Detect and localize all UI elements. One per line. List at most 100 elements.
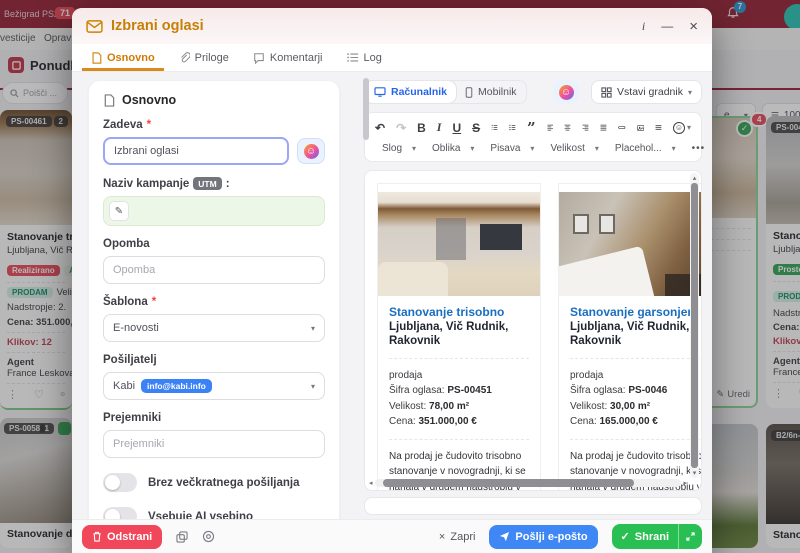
posiljatelj-select[interactable]: Kabi info@kabi.info ▾	[103, 372, 325, 400]
link-button[interactable]	[618, 123, 626, 132]
blockquote-button[interactable]: ”	[527, 120, 536, 135]
font-select[interactable]: Pisava ▾	[483, 141, 541, 156]
tab-osnovno[interactable]: Osnovno	[82, 44, 164, 71]
undo-button[interactable]: ↶	[375, 121, 385, 135]
preview-photo	[378, 192, 540, 296]
form-panel: Osnovno Zadeva* ☺ Naziv kampanje UTM : ✎	[72, 72, 354, 519]
preview-horizontal-scrollbar[interactable]: ◂ ▸	[369, 478, 687, 488]
preview-title-link[interactable]: Stanovanje trisobno	[389, 305, 529, 320]
media-button[interactable]	[636, 123, 644, 133]
preview-size: 78,00 m²	[429, 400, 470, 412]
toggle-ai-vsebina[interactable]	[103, 507, 137, 519]
size-select[interactable]: Velikost ▾	[543, 141, 605, 156]
section-title: Osnovno	[122, 93, 177, 107]
document-icon	[104, 93, 115, 107]
emoji-picker-button[interactable]: ☺ ▾	[672, 121, 691, 134]
tab-komentarji[interactable]: Komentarji	[244, 44, 332, 71]
insert-widget-button[interactable]: Vstavi gradnik ▾	[591, 80, 702, 104]
toggle2-label: Vsebuje AI vsebino	[148, 510, 254, 520]
modal-tabs: Osnovno Priloge Komentarji Log	[72, 44, 712, 72]
bullet-list-button[interactable]	[509, 122, 516, 133]
tab-priloge[interactable]: Priloge	[170, 44, 238, 71]
prejemniki-input[interactable]	[103, 430, 325, 458]
section-osnovno: Osnovno Zadeva* ☺ Naziv kampanje UTM : ✎	[88, 80, 340, 519]
placeholder-select[interactable]: Placehol... ▾	[608, 141, 683, 156]
preview-vertical-scrollbar[interactable]: ▴ ▾	[690, 173, 699, 478]
justify-button[interactable]	[600, 122, 607, 133]
bed-shape	[559, 245, 658, 296]
chevron-down-icon: ▾	[310, 381, 315, 391]
prejemniki-label: Prejemniki	[103, 412, 162, 424]
tab-racunalnik[interactable]: Računalnik	[365, 81, 457, 103]
preview-listing-card: Stanovanje garsonjera Ljubljana, Vič Rud…	[558, 183, 701, 490]
tab-log[interactable]: Log	[338, 44, 391, 71]
comment-icon	[254, 52, 264, 64]
preview-location: Ljubljana, Vič Rudnik, Rakovnik	[570, 321, 690, 348]
italic-button[interactable]: I	[437, 120, 442, 135]
bold-button[interactable]: B	[417, 121, 426, 135]
opomba-input[interactable]	[103, 256, 325, 284]
chevron-down-icon: ▾	[310, 323, 315, 333]
duplicate-button[interactable]	[176, 530, 188, 543]
paperclip-icon	[180, 51, 190, 62]
preview-price: 351.000,00 €	[418, 416, 477, 428]
preview-listing-card: Stanovanje trisobno Ljubljana, Vič Rudni…	[377, 183, 541, 490]
sofa-shape	[378, 262, 448, 296]
hr-button[interactable]	[655, 123, 662, 132]
save-button-group: ✓ Shrani	[611, 524, 702, 549]
ai-icon: ☺	[303, 143, 319, 159]
ai-assist-button[interactable]: ☺	[297, 138, 325, 164]
save-options-button[interactable]	[678, 524, 702, 549]
align-center-button[interactable]	[564, 122, 571, 133]
minimize-icon[interactable]: —	[661, 19, 673, 33]
log-list-icon	[346, 53, 358, 62]
utm-badge: UTM	[193, 177, 222, 190]
monitor-icon	[374, 87, 386, 97]
modal-header: Izbrani oglasi i — ×	[72, 8, 712, 44]
strikethrough-button[interactable]: S	[472, 121, 480, 135]
zadeva-label: Zadeva	[103, 119, 143, 131]
ordered-list-button[interactable]	[491, 122, 498, 133]
info-icon[interactable]: i	[642, 19, 645, 34]
close-icon[interactable]: ×	[689, 18, 698, 35]
preview-code: PS-00451	[447, 385, 492, 397]
blocks-icon	[601, 86, 612, 98]
envelope-icon	[86, 19, 103, 33]
ai-assist-button[interactable]: ☺	[553, 80, 580, 104]
more-button[interactable]: •••	[685, 141, 712, 156]
redo-button[interactable]: ↷	[396, 121, 406, 135]
preview-deal: prodaja	[570, 369, 604, 381]
email-campaign-modal: Izbrani oglasi i — × Osnovno Priloge Kom…	[72, 8, 712, 553]
remove-button[interactable]: Odstrani	[82, 524, 163, 549]
send-email-button[interactable]: Pošlji e-pošto	[489, 524, 598, 549]
phone-icon	[465, 86, 473, 98]
preview-title-link[interactable]: Stanovanje garsonjera	[570, 305, 701, 320]
sablona-label: Šablona	[103, 296, 148, 308]
ai-icon: ☺	[558, 84, 574, 100]
align-right-button[interactable]	[582, 122, 589, 133]
generate-icon[interactable]: ✎	[109, 201, 129, 221]
close-button[interactable]: × Zapri	[439, 531, 476, 543]
modal-footer: Odstrani × Zapri Pošlji e-pošto ✓ Shrani	[72, 519, 712, 553]
zadeva-input[interactable]	[103, 137, 289, 165]
tab-mobilnik[interactable]: Mobilnik	[456, 81, 526, 103]
check-icon: ✓	[620, 531, 630, 543]
format-select[interactable]: Oblika ▾	[425, 141, 481, 156]
preview-button[interactable]	[202, 530, 215, 543]
toggle-brez-veckratnega[interactable]	[103, 473, 137, 492]
underline-button[interactable]: U	[452, 121, 461, 135]
preview-photo	[559, 192, 701, 296]
sablona-select[interactable]: E-novosti ▾	[103, 314, 325, 342]
window-shape	[436, 218, 466, 260]
style-select[interactable]: Slog ▾	[375, 141, 423, 156]
kampanja-input[interactable]: ✎	[103, 196, 325, 226]
preview-location: Ljubljana, Vič Rudnik, Rakovnik	[389, 321, 509, 348]
editor-panel: Računalnik Mobilnik ☺ Vstavi gradnik ▾ ↶…	[354, 72, 712, 519]
save-button[interactable]: ✓ Shrani	[612, 524, 678, 549]
preview-size: 30,00 m²	[610, 400, 651, 412]
preview-code: PS-0046	[628, 385, 668, 397]
preview-deal: prodaja	[389, 369, 423, 381]
toggle1-label: Brez večkratnega pošiljanja	[148, 476, 300, 489]
align-left-button[interactable]	[547, 122, 554, 133]
sender-email-badge: info@kabi.info	[141, 379, 212, 393]
